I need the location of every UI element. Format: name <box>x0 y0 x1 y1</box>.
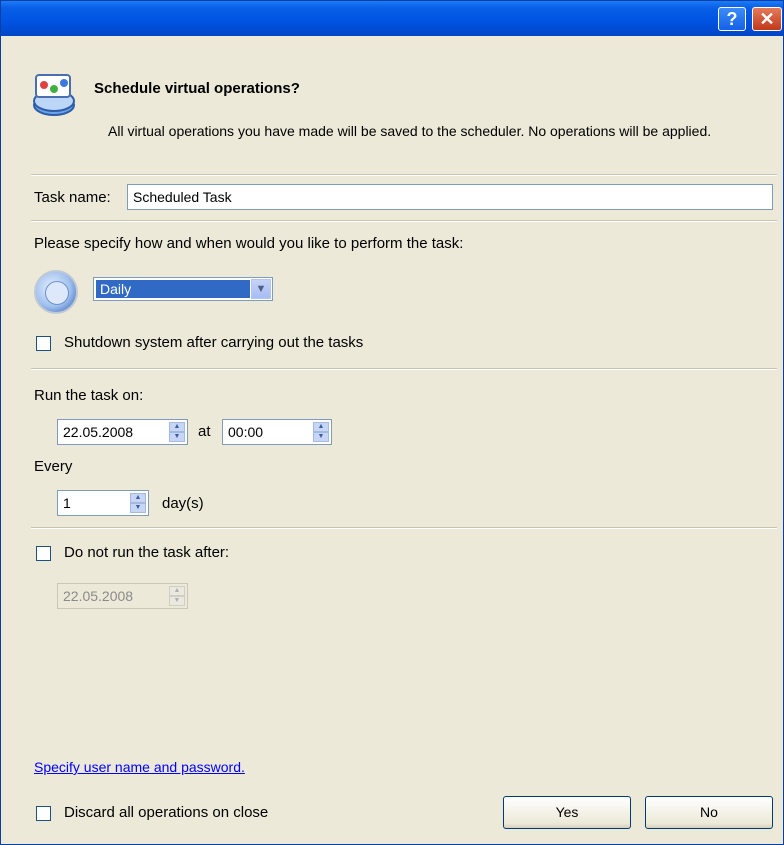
title-bar: ? ✕ <box>1 1 783 36</box>
every-value: 1 <box>63 495 71 511</box>
unit-label: day(s) <box>162 495 204 512</box>
separator <box>31 174 777 176</box>
every-spinner[interactable]: ▲ ▼ <box>130 493 146 513</box>
run-date-value: 22.05.2008 <box>63 424 134 440</box>
no-button[interactable]: No <box>645 796 773 829</box>
yes-button[interactable]: Yes <box>503 796 631 829</box>
every-stepper[interactable]: 1 ▲ ▼ <box>57 490 149 516</box>
frequency-select[interactable]: Daily ▼ <box>93 277 273 301</box>
end-date-value: 22.05.2008 <box>63 588 134 604</box>
separator <box>31 220 777 222</box>
run-date-spinner[interactable]: ▲ ▼ <box>169 422 185 442</box>
scheduler-app-icon <box>33 74 75 116</box>
clock-icon <box>34 270 78 314</box>
task-name-input[interactable]: Scheduled Task <box>127 184 773 210</box>
discard-checkbox[interactable] <box>36 806 51 821</box>
close-button[interactable]: ✕ <box>752 7 782 31</box>
frequency-selected-value: Daily <box>96 280 250 298</box>
run-on-label: Run the task on: <box>34 387 144 404</box>
every-label: Every <box>34 458 73 475</box>
schedule-prompt: Please specify how and when would you li… <box>34 235 464 252</box>
end-date-label: Do not run the task after: <box>64 544 230 561</box>
discard-label: Discard all operations on close <box>64 804 269 821</box>
end-date-spinner: ▲ ▼ <box>169 586 185 606</box>
end-date-checkbox[interactable] <box>36 546 51 561</box>
end-date-picker: 22.05.2008 ▲ ▼ <box>57 583 188 609</box>
run-time-picker[interactable]: 00:00 ▲ ▼ <box>222 419 332 445</box>
run-date-picker[interactable]: 22.05.2008 ▲ ▼ <box>57 419 188 445</box>
schedule-dialog: ? ✕ Schedule virtual operations? All vir… <box>0 0 784 845</box>
run-time-value: 00:00 <box>228 424 264 440</box>
run-time-spinner[interactable]: ▲ ▼ <box>313 422 329 442</box>
credentials-link[interactable]: Specify user name and password. <box>34 759 245 775</box>
shutdown-label: Shutdown system after carrying out the t… <box>64 334 364 351</box>
dialog-title: Schedule virtual operations? <box>94 80 300 97</box>
separator <box>31 368 777 370</box>
chevron-down-icon[interactable]: ▼ <box>251 279 271 299</box>
separator <box>31 527 777 529</box>
dialog-description: All virtual operations you have made wil… <box>108 123 712 139</box>
at-label: at <box>198 423 211 440</box>
shutdown-checkbox[interactable] <box>36 336 51 351</box>
help-button[interactable]: ? <box>718 7 746 31</box>
task-name-label: Task name: <box>34 189 111 206</box>
